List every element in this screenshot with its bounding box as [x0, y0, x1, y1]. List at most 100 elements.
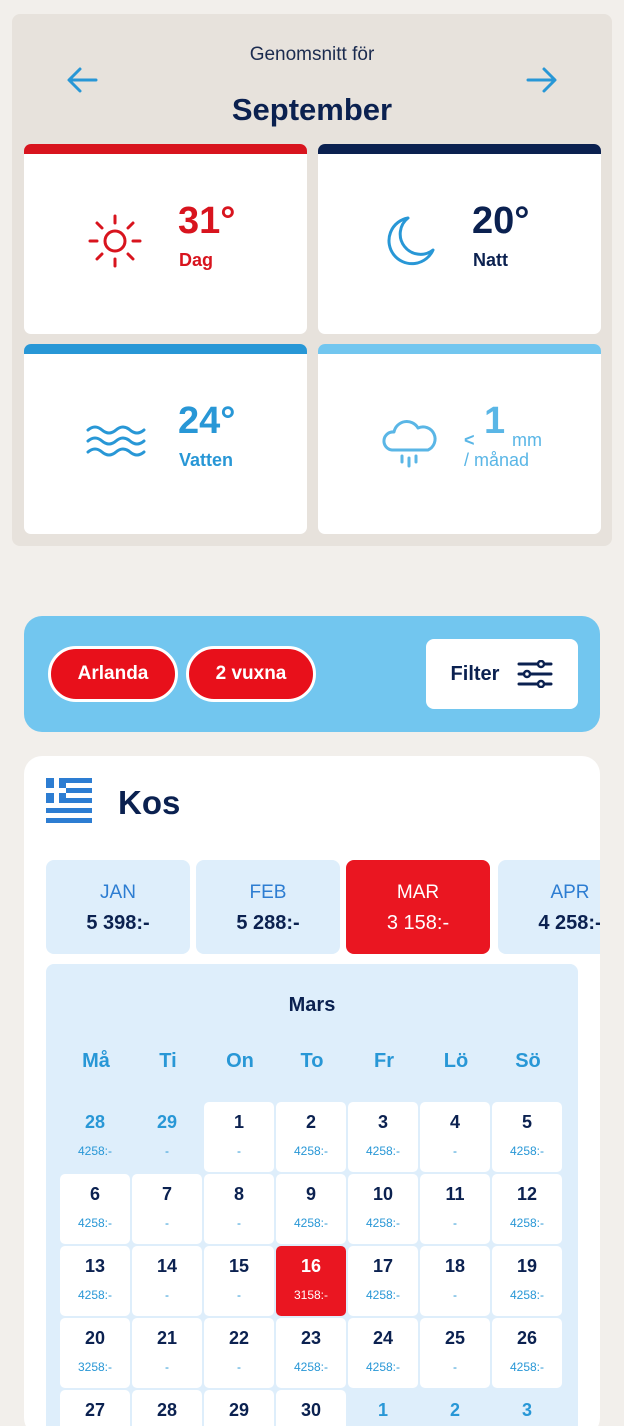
calendar-day-price: - [237, 1216, 241, 1230]
calendar-day[interactable]: 2 [420, 1390, 490, 1426]
calendar-day[interactable]: 27 [60, 1390, 130, 1426]
day-temperature-label: Dag [179, 250, 214, 270]
calendar-day[interactable]: 1- [204, 1102, 274, 1172]
calendar-day[interactable]: 2 4258:- [276, 1102, 346, 1172]
departure-airport-chip[interactable]: Arlanda [48, 646, 178, 702]
calendar-day[interactable]: 26 4258:- [492, 1318, 562, 1388]
calendar-day-selected[interactable]: 16 3158:- [276, 1246, 346, 1316]
calendar-day[interactable]: 12 4258:- [492, 1174, 562, 1244]
night-temperature-card: 20° Natt [318, 144, 601, 334]
next-month-button[interactable] [524, 62, 560, 98]
calendar-day-price: - [237, 1360, 241, 1374]
filter-button[interactable]: Filter [426, 639, 578, 709]
calendar-day-price: 4258:- [293, 1216, 329, 1230]
month-tab-mar[interactable]: MAR 3 158:- [346, 860, 490, 954]
calendar-month-title: Mars [288, 994, 336, 1016]
calendar-day-number: 12 [516, 1184, 538, 1204]
calendar-day[interactable]: 3 [492, 1390, 562, 1426]
calendar-day[interactable]: 3 4258:- [348, 1102, 418, 1172]
calendar-day-number: 29 [228, 1400, 250, 1420]
month-price-tabs: JAN 5 398:- FEB 5 288:- MAR 3 158:- APR … [46, 860, 600, 954]
weekday-header: Fr [374, 1050, 394, 1072]
calendar-day[interactable]: 30 [276, 1390, 346, 1426]
sliders-icon [517, 660, 553, 688]
month-navigator: Genomsnitt för September [12, 14, 612, 144]
calendar-day-number: 28 [156, 1400, 178, 1420]
rainfall-unit: mm [512, 430, 542, 450]
calendar-day-number: 4 [449, 1112, 460, 1132]
calendar-day[interactable]: 10 4258:- [348, 1174, 418, 1244]
calendar-day[interactable]: 13 4258:- [60, 1246, 130, 1316]
search-filter-bar: Arlanda 2 vuxna Filter [24, 616, 600, 732]
calendar-day[interactable]: 9 4258:- [276, 1174, 346, 1244]
calendar-day-number: 28 [84, 1112, 106, 1132]
month-tab-apr[interactable]: APR 4 258:- [498, 860, 600, 954]
calendar-day-number: 2 [305, 1112, 316, 1132]
calendar-day[interactable]: 11 - [420, 1174, 490, 1244]
weekday-header: Sö [515, 1050, 541, 1072]
calendar-day[interactable]: 24 4258:- [348, 1318, 418, 1388]
calendar-day[interactable]: 8- [204, 1174, 274, 1244]
calendar-day[interactable]: 28 [132, 1390, 202, 1426]
calendar-day[interactable]: 14 - [132, 1246, 202, 1316]
filter-button-label: Filter [450, 662, 500, 685]
calendar-day[interactable]: 6 4258:- [60, 1174, 130, 1244]
calendar-day-number: 5 [521, 1112, 532, 1132]
calendar-day-number: 19 [516, 1256, 538, 1276]
month-tab-jan[interactable]: JAN 5 398:- [46, 860, 190, 954]
calendar-day-price: - [165, 1144, 169, 1158]
calendar-day-price: - [165, 1360, 169, 1374]
calendar-day-number: 16 [300, 1256, 322, 1276]
calendar-day-number: 9 [305, 1184, 316, 1204]
calendar-day-number: 17 [372, 1256, 394, 1276]
calendar-day[interactable]: 29 [204, 1390, 274, 1426]
calendar-day-number: 14 [156, 1256, 178, 1276]
night-temperature-value: 20° [472, 200, 530, 242]
calendar-day-price: 4258:- [365, 1360, 401, 1374]
calendar-day-price: 4258:- [509, 1144, 545, 1158]
month-tab-feb[interactable]: FEB 5 288:- [196, 860, 340, 954]
weekday-header: Ti [159, 1050, 177, 1072]
travellers-chip[interactable]: 2 vuxna [186, 646, 316, 702]
calendar-day-number: 10 [372, 1184, 394, 1204]
calendar-day[interactable]: 22 - [204, 1318, 274, 1388]
calendar-day[interactable]: 25 - [420, 1318, 490, 1388]
calendar-day-price: - [453, 1360, 457, 1374]
month-tab-price: 5 398:- [86, 912, 150, 934]
calendar-day[interactable]: 17 4258:- [348, 1246, 418, 1316]
calendar-day[interactable]: 5 4258:- [492, 1102, 562, 1172]
calendar-day[interactable]: 19 4258:- [492, 1246, 562, 1316]
calendar-day-price: 4258:- [509, 1216, 545, 1230]
calendar-day[interactable]: 15 - [204, 1246, 274, 1316]
calendar-day[interactable]: 23 4258:- [276, 1318, 346, 1388]
calendar-day[interactable]: 28 4258:- [60, 1102, 130, 1172]
calendar-day-number: 13 [84, 1256, 106, 1276]
calendar-day[interactable]: 21 - [132, 1318, 202, 1388]
waves-icon [86, 425, 146, 457]
month-tab-price: 3 158:- [386, 912, 450, 934]
calendar-day-price: 4258:- [293, 1360, 329, 1374]
weekday-header: Lö [443, 1050, 469, 1072]
calendar-day-number: 15 [228, 1256, 250, 1276]
rain-cloud-icon [382, 420, 437, 468]
calendar-day[interactable]: 20 3258:- [60, 1318, 130, 1388]
rainfall-prefix: < [464, 430, 475, 450]
calendar-day-number: 6 [89, 1184, 100, 1204]
month-tab-name: FEB [249, 882, 287, 903]
card-accent-bar [318, 344, 601, 354]
calendar-day-number: 7 [161, 1184, 172, 1204]
calendar-day[interactable]: 7- [132, 1174, 202, 1244]
calendar-day-number: 3 [521, 1400, 532, 1420]
destination-card: Kos JAN 5 398:- FEB 5 288:- MAR 3 158:- … [24, 756, 600, 1426]
water-temperature-label: Vatten [179, 450, 234, 470]
month-tab-name: MAR [396, 882, 440, 903]
sun-icon [88, 214, 142, 268]
calendar-day[interactable]: 1 [348, 1390, 418, 1426]
rainfall-card: < 1 mm / månad [318, 344, 601, 534]
calendar-day[interactable]: 18 - [420, 1246, 490, 1316]
rainfall-value: 1 [484, 400, 506, 442]
destination-name: Kos [118, 784, 181, 821]
calendar-day[interactable]: 4- [420, 1102, 490, 1172]
calendar-day[interactable]: 29 - [132, 1102, 202, 1172]
price-calendar: Mars Må Ti On To Fr Lö Sö 28 4258:- 29-1-2 4258:- 3… [46, 964, 578, 1426]
